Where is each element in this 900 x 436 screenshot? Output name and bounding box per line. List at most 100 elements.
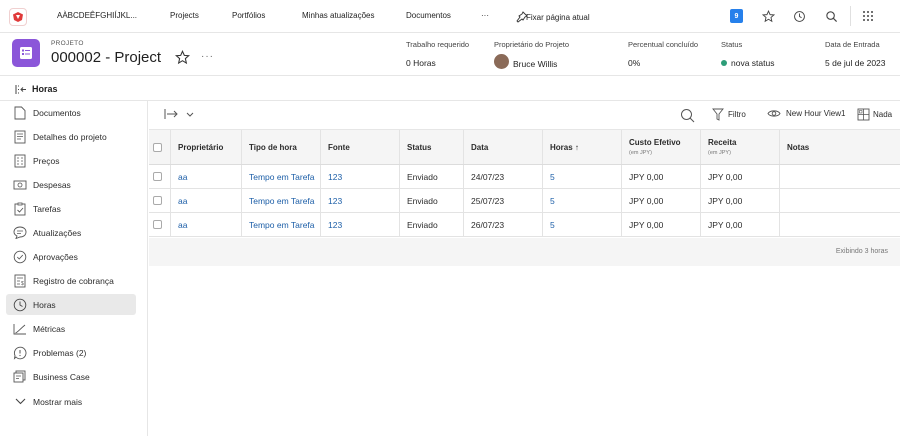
project-type-label: PROJETO [51, 40, 84, 47]
group-label: Nada [873, 110, 893, 119]
sidebar-item-label: Problemas (2) [33, 347, 87, 358]
column-header-label: Data [471, 142, 489, 152]
tasks-icon [12, 201, 28, 217]
favorite-star-icon[interactable] [174, 49, 191, 67]
row-count-label: Exibindo 3 horas [835, 248, 888, 255]
column-header-label: Fonte [328, 142, 350, 152]
date-cell: 26/07/23 [464, 213, 543, 236]
search-icon[interactable] [680, 108, 695, 125]
avatar [494, 54, 509, 69]
details-icon [12, 129, 28, 145]
hours-cell[interactable]: 5 [543, 189, 622, 212]
owner-cell[interactable]: aa [171, 213, 242, 236]
approvals-icon [12, 249, 28, 265]
revenue-cell: JPY 0,00 [701, 189, 780, 212]
table-row[interactable]: aa Tempo em Tarefa 123 Enviado 26/07/23 … [149, 213, 900, 237]
sidebar-item-metrics[interactable]: Métricas [6, 318, 136, 339]
percent-complete-field: Percentual concluído 0% [628, 40, 698, 68]
nav-item-documents[interactable]: Documentos [406, 11, 451, 20]
owner-cell[interactable]: aa [171, 165, 242, 188]
hour-type-cell[interactable]: Tempo em Tarefa [242, 165, 321, 188]
column-header-revenue[interactable]: Receita (em JPY) [701, 130, 780, 164]
row-checkbox[interactable] [153, 172, 162, 181]
project-owner-value[interactable]: Bruce Willis [513, 59, 557, 69]
svg-text:$: $ [21, 281, 24, 287]
view-selector[interactable]: New Hour View1 [767, 109, 845, 118]
chevron-down-icon [186, 112, 194, 117]
entry-date-label: Data de Entrada [825, 40, 880, 49]
star-icon[interactable] [760, 8, 776, 24]
history-icon[interactable] [791, 8, 807, 24]
sidebar-item-pricing[interactable]: Preços [6, 150, 136, 171]
source-cell[interactable]: 123 [321, 165, 400, 188]
column-header-actual-cost[interactable]: Custo Efetivo (em JPY) [622, 130, 701, 164]
notification-badge[interactable]: 9 [730, 9, 743, 23]
column-header-date[interactable]: Data [464, 130, 543, 164]
apps-grid-icon[interactable] [860, 8, 876, 24]
row-checkbox[interactable] [153, 220, 162, 229]
date-cell: 24/07/23 [464, 165, 543, 188]
group-selector[interactable]: Nada [857, 108, 892, 121]
owner-cell[interactable]: aa [171, 189, 242, 212]
nav-item-my-updates[interactable]: Minhas atualizações [302, 11, 374, 20]
column-header-owner[interactable]: Proprietário [171, 130, 242, 164]
sidebar-show-more[interactable]: Mostrar mais [6, 391, 136, 412]
column-header-source[interactable]: Fonte [321, 130, 400, 164]
table-row[interactable]: aa Tempo em Tarefa 123 Enviado 24/07/23 … [149, 165, 900, 189]
hour-type-cell[interactable]: Tempo em Tarefa [242, 189, 321, 212]
nav-more-button[interactable]: ··· [481, 11, 489, 20]
sidebar-item-business-case[interactable]: Business Case [6, 366, 136, 387]
status-field: Status nova status [721, 40, 774, 68]
pin-page-button[interactable]: Fixar página atual [516, 11, 590, 23]
actual-cost-cell: JPY 0,00 [622, 189, 701, 212]
column-header-notes[interactable]: Notas [780, 130, 900, 164]
sidebar-item-hours[interactable]: Horas [6, 294, 136, 315]
column-header-hours[interactable]: Horas ↑ [543, 130, 622, 164]
planned-hours-label: Trabalho requerido [406, 40, 470, 49]
status-cell: Enviado [400, 213, 464, 236]
hours-cell[interactable]: 5 [543, 165, 622, 188]
column-header-hour-type[interactable]: Tipo de hora [242, 130, 321, 164]
column-header-label: Custo Efetivo [629, 138, 681, 147]
search-icon[interactable] [823, 8, 839, 24]
column-header-sublabel: (em JPY) [708, 150, 731, 156]
select-all-checkbox-cell [149, 130, 171, 164]
column-header-sublabel: (em JPY) [629, 150, 652, 156]
issues-icon [12, 345, 28, 361]
hours-cell[interactable]: 5 [543, 213, 622, 236]
nav-item-portfolios[interactable]: Portfólios [232, 11, 265, 20]
updates-icon [12, 225, 28, 241]
column-header-label: Notas [787, 142, 810, 152]
project-owner-field: Proprietário do Projeto Bruce Willis [494, 40, 569, 69]
source-cell[interactable]: 123 [321, 213, 400, 236]
sidebar-item-updates[interactable]: Atualizações [6, 222, 136, 243]
row-checkbox[interactable] [153, 196, 162, 205]
source-cell[interactable]: 123 [321, 189, 400, 212]
nav-item-alphabet[interactable]: AÀBCDEÊFGHIÍJKL... [57, 11, 137, 20]
status-value[interactable]: nova status [731, 58, 774, 68]
document-icon [12, 105, 28, 121]
sidebar-item-expenses[interactable]: Despesas [6, 174, 136, 195]
sidebar-item-label: Mostrar mais [33, 396, 83, 407]
select-all-checkbox[interactable] [153, 142, 162, 152]
top-navigation: AÀBCDEÊFGHIÍJKL... Projects Portfólios M… [0, 0, 900, 33]
table-footer: Exibindo 3 horas [149, 238, 900, 266]
workfront-logo-icon[interactable] [9, 8, 27, 26]
sidebar-item-issues[interactable]: Problemas (2) [6, 342, 136, 363]
sidebar-item-tasks[interactable]: Tarefas [6, 198, 136, 219]
collapse-panel-icon[interactable] [15, 84, 27, 97]
actual-cost-cell: JPY 0,00 [622, 213, 701, 236]
sidebar-item-label: Despesas [33, 179, 71, 190]
more-options-button[interactable]: ··· [201, 51, 214, 62]
table-row[interactable]: aa Tempo em Tarefa 123 Enviado 25/07/23 … [149, 189, 900, 213]
filter-button[interactable]: Filtro [712, 108, 746, 121]
sidebar-item-documents[interactable]: Documentos [6, 102, 136, 123]
hour-type-cell[interactable]: Tempo em Tarefa [242, 213, 321, 236]
sidebar-item-approvals[interactable]: Aprovações [6, 246, 136, 267]
notes-cell [780, 165, 900, 188]
column-header-status[interactable]: Status [400, 130, 464, 164]
sidebar-item-billing-record[interactable]: $ Registro de cobrança [6, 270, 136, 291]
export-button[interactable] [164, 108, 194, 120]
sidebar-item-project-details[interactable]: Detalhes do projeto [6, 126, 136, 147]
nav-item-projects[interactable]: Projects [170, 11, 199, 20]
